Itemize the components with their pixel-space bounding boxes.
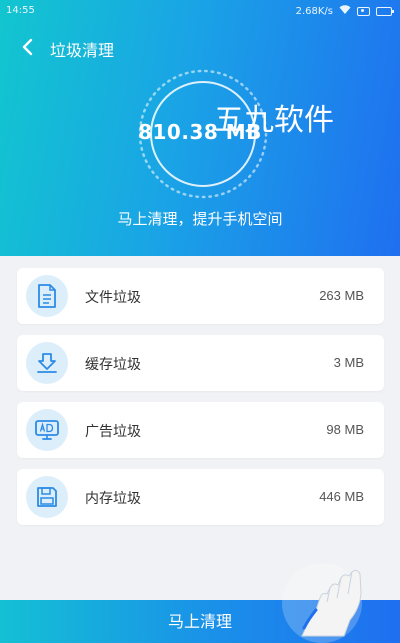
total-junk-size: 810.38 MB <box>138 120 262 144</box>
wifi-icon <box>339 5 351 17</box>
list-item-file-junk[interactable]: 文件垃圾 263 MB <box>17 268 384 324</box>
memory-card-icon <box>26 476 68 518</box>
ad-icon <box>26 409 68 451</box>
pointing-hand-icon <box>282 563 362 643</box>
status-time: 14:55 <box>6 5 35 16</box>
file-icon <box>26 275 68 317</box>
list-item-label: 缓存垃圾 <box>85 357 141 373</box>
status-bar: 14:55 2.68K/s <box>0 0 400 22</box>
chevron-left-icon[interactable] <box>18 37 38 57</box>
list-item-label: 文件垃圾 <box>85 290 141 306</box>
page-title: 垃圾清理 <box>50 41 115 60</box>
list-item-label: 内存垃圾 <box>85 491 141 507</box>
download-cache-icon <box>26 342 68 384</box>
list-item-cache-junk[interactable]: 缓存垃圾 3 MB <box>17 335 384 391</box>
title-bar: 垃圾清理 <box>0 32 400 62</box>
watermark-text: 五九软件 <box>214 103 334 138</box>
header-subtitle: 马上清理，提升手机空间 <box>117 210 283 228</box>
list-item-size: 3 MB <box>333 355 364 370</box>
list-item-label: 广告垃圾 <box>85 424 141 440</box>
battery-icon <box>376 6 394 16</box>
list-item-size: 263 MB <box>319 288 364 303</box>
header-banner: 14:55 2.68K/s 垃圾清理 810.38 MB 五九软件 马上清理，提… <box>0 0 400 256</box>
list-item-ad-junk[interactable]: 广告垃圾 98 MB <box>17 402 384 458</box>
list-item-memory-junk[interactable]: 内存垃圾 446 MB <box>17 469 384 525</box>
network-speed: 2.68K/s <box>295 5 333 17</box>
list-item-size: 98 MB <box>326 422 364 437</box>
junk-list: 文件垃圾 263 MB 缓存垃圾 3 MB 广告垃圾 98 MB 内存垃圾 44… <box>17 268 384 536</box>
camera-icon <box>357 6 370 16</box>
list-item-size: 446 MB <box>319 489 364 504</box>
